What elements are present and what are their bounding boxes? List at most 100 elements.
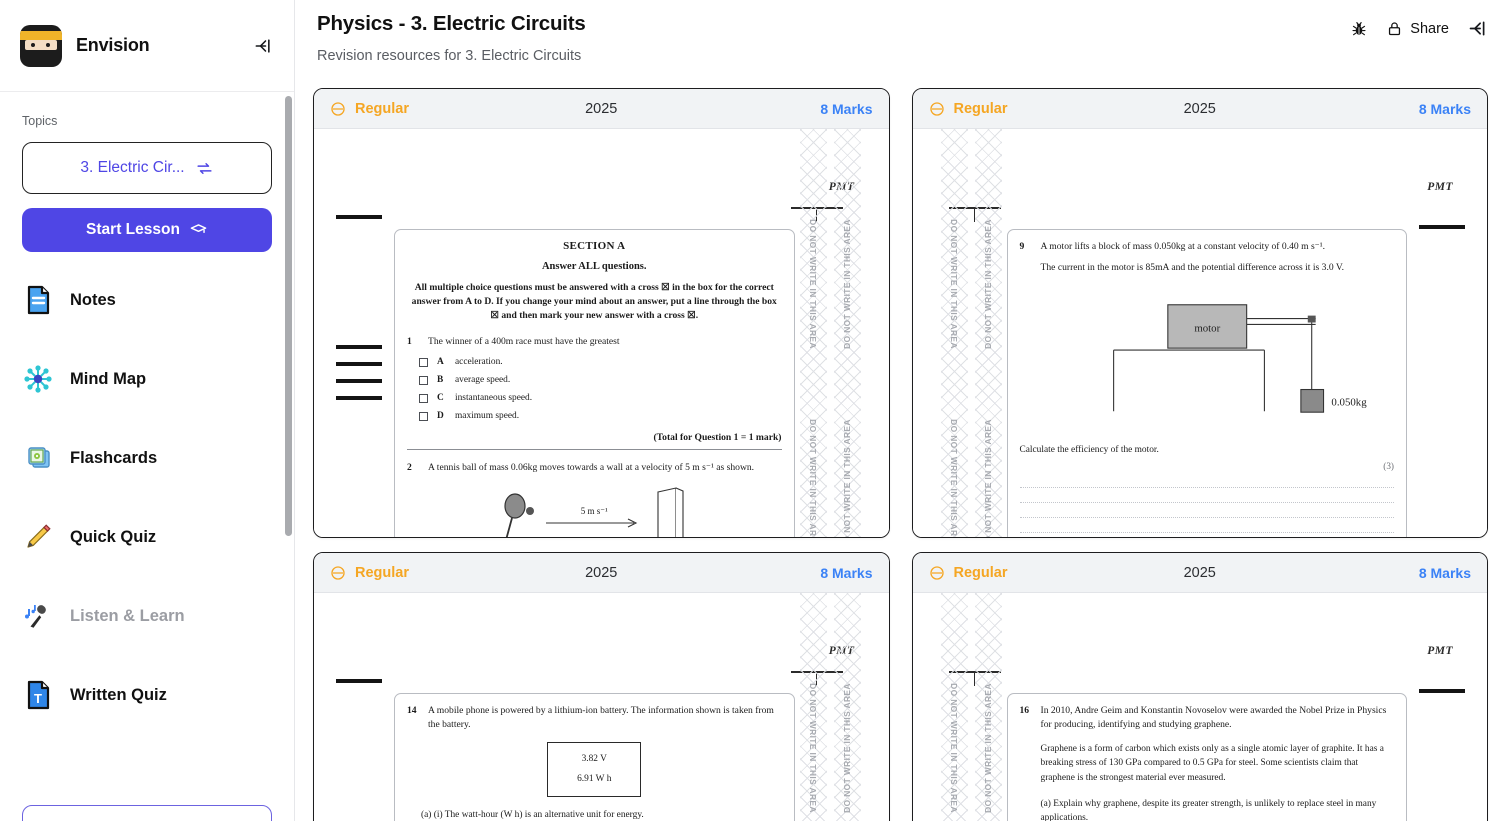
resource-card[interactable]: Regular 2025 8 Marks PMT DO NOT WRITE IN… bbox=[911, 88, 1488, 538]
do-not-write-text: DO NOT WRITE IN THIS AREA bbox=[983, 219, 993, 349]
sidebar-item-listen-and-learn[interactable]: Listen & Learn bbox=[22, 594, 272, 638]
do-not-write-text: DO NOT WRITE IN THIS AREA bbox=[842, 683, 852, 813]
question-14: 14 A mobile phone is powered by a lithiu… bbox=[407, 704, 782, 733]
sidebar-item-notes[interactable]: Notes bbox=[22, 278, 272, 322]
panel-collapse-button[interactable] bbox=[1467, 18, 1488, 39]
sidebar-item-label: Listen & Learn bbox=[70, 606, 185, 625]
question-number: 2 bbox=[407, 462, 412, 474]
sidebar-item-flashcards[interactable]: Flashcards bbox=[22, 436, 272, 480]
question-16: 16 In 2010, Andre Geim and Konstantin No… bbox=[1020, 704, 1395, 733]
pmt-watermark: PMT bbox=[1427, 645, 1453, 657]
card-badge-label: Regular bbox=[355, 564, 409, 581]
option-text: instantaneous speed. bbox=[455, 393, 533, 404]
sidebar-item-mind-map[interactable]: Mind Map bbox=[22, 357, 272, 401]
collapse-left-icon bbox=[255, 38, 270, 53]
option-text: average speed. bbox=[455, 375, 511, 386]
pencil-icon bbox=[27, 524, 51, 548]
option-letter: D bbox=[437, 411, 444, 422]
topics-label: Topics bbox=[22, 114, 58, 128]
do-not-write-text: DO NOT WRITE IN THIS AREA bbox=[842, 419, 852, 537]
circle-minus-icon bbox=[331, 565, 345, 580]
start-lesson-label: Start Lesson bbox=[86, 221, 180, 238]
do-not-write-text: DO NOT WRITE IN THIS AREA bbox=[808, 219, 818, 349]
sidebar-item-quick-quiz[interactable]: Quick Quiz bbox=[22, 515, 272, 559]
question-content: SECTION A Answer ALL questions. All mult… bbox=[394, 229, 795, 537]
do-not-write-column: DO NOT WRITE IN THIS AREA DO NOT WRITE I… bbox=[940, 129, 968, 537]
mind-map-icon bbox=[24, 365, 52, 393]
do-not-write-column: DO NOT WRITE IN THIS AREA DO NOT WRITE I… bbox=[833, 129, 861, 537]
sidebar-body: Topics 3. Electric Cir... Start Lesson N… bbox=[0, 92, 294, 821]
resource-card[interactable]: Regular 2025 8 Marks PMT DO NOT WRITE IN… bbox=[313, 88, 890, 538]
exam-paper-preview: PMT DO NOT WRITE IN THIS AREA DO NOT WRI… bbox=[314, 593, 889, 821]
sidebar-collapse-button[interactable] bbox=[250, 33, 276, 59]
microphone-icon bbox=[25, 605, 46, 628]
do-not-write-text: DO NOT WRITE IN THIS AREA bbox=[949, 219, 959, 349]
option-row: Aacceleration. bbox=[419, 357, 782, 367]
card-header: Regular 2025 8 Marks bbox=[912, 89, 1487, 129]
topic-selector-label: 3. Electric Cir... bbox=[80, 159, 185, 176]
card-marks: 8 Marks bbox=[820, 564, 873, 581]
question-figure: 5 m s⁻¹ bbox=[407, 486, 782, 537]
question-line-2: The current in the motor is 85mA and the… bbox=[1020, 261, 1395, 275]
exam-paper-preview: PMT DO NOT WRITE IN THIS AREA DO NOT WRI… bbox=[912, 593, 1487, 821]
card-badge: Regular bbox=[330, 101, 409, 117]
do-not-write-text: DO NOT WRITE IN THIS AREA bbox=[842, 219, 852, 349]
collapse-left-icon bbox=[1469, 21, 1485, 36]
option-text: maximum speed. bbox=[455, 411, 520, 422]
section-instructions: All multiple choice questions must be an… bbox=[411, 282, 777, 321]
circle-minus-icon bbox=[929, 101, 944, 116]
start-lesson-button[interactable]: Start Lesson bbox=[22, 208, 272, 252]
share-button[interactable]: Share bbox=[1386, 20, 1449, 37]
question-marks: (3) bbox=[1383, 460, 1394, 471]
card-badge-label: Regular bbox=[953, 564, 1008, 581]
checkbox bbox=[419, 393, 428, 403]
sidebar-item-written-quiz[interactable]: T Written Quiz bbox=[22, 673, 272, 717]
sidebar-item-label: Flashcards bbox=[70, 448, 158, 467]
section-subtitle: Answer ALL questions. bbox=[541, 261, 647, 272]
topic-selector[interactable]: 3. Electric Cir... bbox=[22, 142, 272, 194]
barcode-marks bbox=[336, 679, 382, 696]
do-not-write-column: DO NOT WRITE IN THIS AREA bbox=[940, 593, 968, 821]
sidebar-scrollbar[interactable] bbox=[285, 96, 292, 536]
question-number: 14 bbox=[407, 705, 417, 716]
do-not-write-text: DO NOT WRITE IN THIS AREA bbox=[808, 683, 818, 813]
battery-voltage: 3.82 V bbox=[581, 753, 607, 764]
question-1: 1 The winner of a 400m race must have th… bbox=[407, 335, 782, 349]
card-header: Regular 2025 8 Marks bbox=[314, 553, 889, 593]
page-title: Physics - 3. Electric Circuits bbox=[317, 12, 586, 35]
circle-minus-icon bbox=[331, 101, 345, 116]
option-row: Baverage speed. bbox=[419, 375, 782, 385]
written-quiz-icon: T bbox=[27, 680, 50, 710]
figure-label: 5 m s⁻¹ bbox=[580, 506, 608, 516]
option-letter: A bbox=[437, 357, 444, 368]
do-not-write-text: DO NOT WRITE IN THIS AREA bbox=[949, 683, 959, 813]
resource-card[interactable]: Regular 2025 8 Marks PMT DO NOT WRITE IN… bbox=[313, 552, 890, 821]
mass-label: 0.050kg bbox=[1331, 396, 1367, 408]
do-not-write-text: DO NOT WRITE IN THIS AREA bbox=[949, 419, 959, 537]
do-not-write-column: DO NOT WRITE IN THIS AREA bbox=[974, 593, 1002, 821]
exam-paper-preview: PMT DO NOT WRITE IN THIS AREA DO NOT WRI… bbox=[314, 129, 889, 537]
report-bug-button[interactable] bbox=[1350, 20, 1368, 38]
sidebar-bottom-panel[interactable] bbox=[22, 805, 272, 821]
answer-line bbox=[1019, 501, 1394, 503]
bug-icon bbox=[1352, 21, 1366, 35]
do-not-write-column: DO NOT WRITE IN THIS AREA DO NOT WRITE I… bbox=[799, 129, 827, 537]
notes-document-icon bbox=[27, 285, 50, 315]
question-number: 9 bbox=[1019, 241, 1025, 252]
question-text: A mobile phone is powered by a lithium-i… bbox=[428, 705, 774, 731]
card-badge-label: Regular bbox=[953, 100, 1008, 117]
page-header: Physics - 3. Electric Circuits Revision … bbox=[295, 0, 1502, 82]
battery-info-box: 3.82 V 6.91 W h bbox=[547, 741, 642, 798]
option-letter: B bbox=[437, 375, 444, 386]
card-marks: 8 Marks bbox=[1418, 564, 1471, 581]
question-number: 16 bbox=[1019, 705, 1030, 716]
resource-card[interactable]: Regular 2025 8 Marks PMT DO NOT WRITE IN… bbox=[911, 552, 1488, 821]
do-not-write-column: DO NOT WRITE IN THIS AREA DO NOT WRITE I… bbox=[974, 129, 1002, 537]
card-marks: 8 Marks bbox=[1418, 100, 1471, 117]
part-a-label: (a) Explain why graphene, despite its gr… bbox=[1040, 798, 1377, 821]
question-total: (Total for Question 1 = 1 mark) bbox=[407, 432, 782, 451]
resource-cards-grid: Regular 2025 8 Marks PMT DO NOT WRITE IN… bbox=[295, 82, 1502, 821]
option-text: acceleration. bbox=[455, 357, 503, 368]
question-ask: Calculate the efficiency of the motor. bbox=[1019, 444, 1159, 455]
question-content: 16 In 2010, Andre Geim and Konstantin No… bbox=[1006, 693, 1407, 821]
